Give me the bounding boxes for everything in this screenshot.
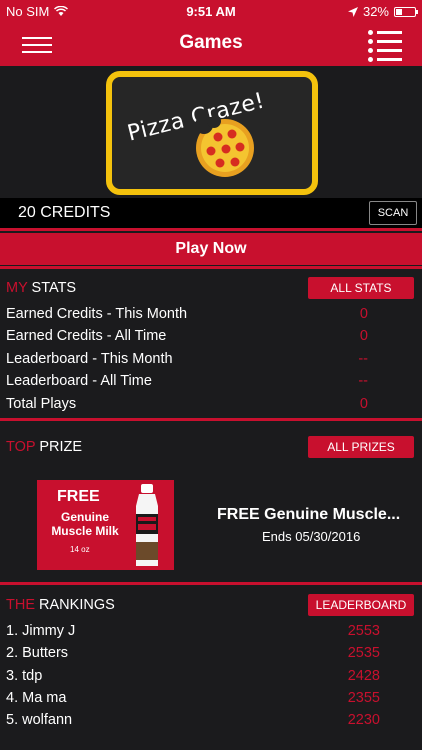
prize-image-product: Genuine Muscle Milk bbox=[51, 510, 119, 538]
stat-value: -- bbox=[358, 373, 368, 389]
all-prizes-button[interactable]: ALL PRIZES bbox=[308, 436, 414, 458]
ranking-name: 4. Ma ma bbox=[6, 690, 67, 706]
prize-image-size: 14 oz bbox=[70, 545, 90, 554]
divider bbox=[0, 582, 422, 585]
leaderboard-button[interactable]: LEADERBOARD bbox=[308, 594, 414, 616]
prize-end-date: Ends 05/30/2016 bbox=[262, 529, 361, 544]
top-prize-title-accent: TOP bbox=[6, 439, 36, 455]
top-prize-title-rest: PRIZE bbox=[39, 439, 83, 455]
stat-value: 0 bbox=[359, 396, 368, 412]
stat-label: Leaderboard - This Month bbox=[6, 351, 173, 367]
status-bar: No SIM 9:51 AM 32% bbox=[0, 0, 422, 22]
stat-row: Earned Credits - This Month 0 bbox=[6, 306, 416, 322]
stat-label: Earned Credits - All Time bbox=[6, 328, 167, 344]
ranking-score: 2355 bbox=[347, 690, 380, 706]
list-icon[interactable] bbox=[368, 30, 402, 62]
stat-label: Total Plays bbox=[6, 396, 77, 412]
stat-value: -- bbox=[358, 351, 368, 367]
stat-row: Total Plays 0 bbox=[6, 396, 416, 412]
ranking-name: 1. Jimmy J bbox=[6, 623, 76, 639]
credits-bar: 20 CREDITS SCAN bbox=[0, 198, 422, 228]
ranking-row: 4. Ma ma 2355 bbox=[6, 690, 416, 706]
game-banner: Pizza Craze! bbox=[0, 66, 422, 198]
bottle-icon bbox=[136, 484, 158, 566]
nav-bar: Games bbox=[0, 22, 422, 66]
ranking-row: 3. tdp 2428 bbox=[6, 668, 416, 684]
ranking-score: 2535 bbox=[347, 645, 380, 661]
divider bbox=[0, 418, 422, 421]
divider bbox=[0, 228, 422, 231]
ranking-score: 2553 bbox=[347, 623, 380, 639]
stat-label: Leaderboard - All Time bbox=[6, 373, 152, 389]
ranking-score: 2428 bbox=[347, 668, 380, 684]
rankings-title-accent: THE bbox=[6, 597, 35, 613]
battery-icon bbox=[394, 6, 418, 17]
all-stats-button[interactable]: ALL STATS bbox=[308, 277, 414, 299]
stat-label: Earned Credits - This Month bbox=[6, 306, 188, 322]
ranking-row: 2. Butters 2535 bbox=[6, 645, 416, 661]
stat-row: Earned Credits - All Time 0 bbox=[6, 328, 416, 344]
stat-value: 0 bbox=[359, 328, 368, 344]
my-stats-title-rest: STATS bbox=[31, 280, 77, 296]
credits-label: 20 CREDITS bbox=[18, 204, 111, 221]
location-arrow-icon bbox=[347, 6, 358, 17]
game-logo[interactable]: Pizza Craze! bbox=[106, 71, 318, 195]
play-now-button[interactable]: Play Now bbox=[0, 233, 422, 265]
stat-row: Leaderboard - All Time -- bbox=[6, 373, 416, 389]
ranking-name: 2. Butters bbox=[6, 645, 69, 661]
ranking-name: 5. wolfann bbox=[6, 712, 73, 728]
prize-image-free: FREE bbox=[57, 488, 100, 505]
status-right: 32% bbox=[347, 4, 418, 19]
prize-image[interactable]: FREE Genuine Muscle Milk 14 oz bbox=[37, 480, 174, 570]
ranking-row: 5. wolfann 2230 bbox=[6, 712, 416, 728]
page-title: Games bbox=[179, 32, 243, 53]
ranking-row: 1. Jimmy J 2553 bbox=[6, 623, 416, 639]
my-stats-title-accent: MY bbox=[6, 280, 28, 296]
prize-name[interactable]: FREE Genuine Muscle... bbox=[217, 506, 417, 524]
stat-row: Leaderboard - This Month -- bbox=[6, 351, 416, 367]
rankings-title-rest: RANKINGS bbox=[39, 597, 115, 613]
stat-value: 0 bbox=[359, 306, 368, 322]
pizza-icon bbox=[195, 117, 254, 177]
battery-percent: 32% bbox=[362, 4, 389, 19]
divider bbox=[0, 266, 422, 269]
top-prize-title: TOP PRIZE bbox=[6, 439, 82, 455]
my-stats-title: MY STATS bbox=[6, 280, 76, 296]
rankings-title: THE RANKINGS bbox=[6, 597, 115, 613]
ranking-name: 3. tdp bbox=[6, 668, 43, 684]
scan-button[interactable]: SCAN bbox=[369, 201, 417, 225]
ranking-score: 2230 bbox=[347, 712, 380, 728]
